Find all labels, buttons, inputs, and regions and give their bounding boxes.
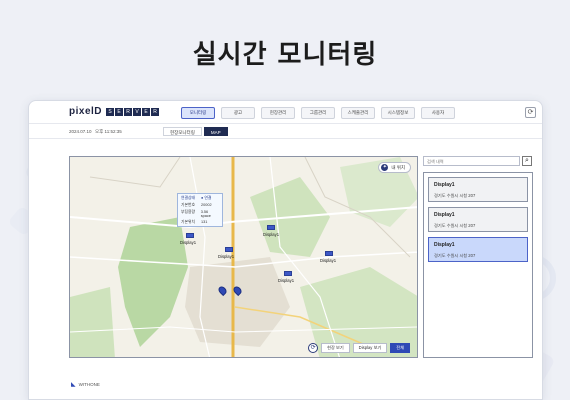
popup-row-value: 3.56 space <box>200 210 211 218</box>
footer-brand: ◣ WITHONE <box>71 381 100 388</box>
app-window: pixelD S E R V E R 모니터링 광고 현장관리 그룹관리 스케줄… <box>28 100 543 400</box>
nav-item-users[interactable]: 사용자 <box>421 107 455 119</box>
list-item[interactable]: Display1 경기도 수원시 시청 207 <box>428 207 528 232</box>
logo: pixelD S E R V E R <box>69 106 160 117</box>
item-location: 경기도 수원시 시청 207 <box>434 223 476 228</box>
list-item[interactable]: Display1 경기도 수원시 시청 207 <box>428 237 528 262</box>
logo-boxes: S E R V E R <box>106 107 160 116</box>
logo-text: pixelD <box>69 106 103 117</box>
popup-row-key: 부팅용량 <box>181 210 195 214</box>
marker-label: Display1 <box>263 232 280 237</box>
refresh-button[interactable]: ⟳ <box>525 107 536 118</box>
popup-row-value: 20002 <box>201 203 212 207</box>
location-icon: ✦ <box>381 164 389 171</box>
popup-row-value: 131 <box>201 220 208 224</box>
display-marker[interactable] <box>325 251 333 256</box>
nav-item-schedules[interactable]: 스케줄관리 <box>341 107 375 119</box>
display-marker[interactable] <box>186 233 194 238</box>
display-marker[interactable] <box>284 271 292 276</box>
logo-letter: E <box>142 107 151 116</box>
refresh-icon: ⟳ <box>527 109 534 116</box>
map-canvas <box>70 157 417 357</box>
main-nav: 모니터링 광고 현장관리 그룹관리 스케줄관리 시스템정보 사용자 <box>181 107 461 119</box>
item-location: 경기도 수원시 시청 207 <box>434 253 476 258</box>
current-time: 오후 11:52:35 <box>95 129 122 134</box>
logo-letter: E <box>115 107 124 116</box>
marker-label: Display1 <box>320 258 337 263</box>
view-displays-button[interactable]: Display 보기 <box>352 343 388 353</box>
popup-head-label: 연결상태 <box>181 196 195 200</box>
logo-letter: R <box>124 107 133 116</box>
display-sidebar: ⌕ Display1 경기도 수원시 시청 207 Display1 경기도 수… <box>423 156 535 358</box>
marker-label: Display1 <box>180 240 197 245</box>
nav-item-sites[interactable]: 현장관리 <box>261 107 295 119</box>
popup-head-value: ● 연결 <box>201 196 212 200</box>
logo-letter: V <box>133 107 142 116</box>
nav-item-groups[interactable]: 그룹관리 <box>301 107 335 119</box>
logo-letter: R <box>151 107 160 116</box>
map-view[interactable]: ✦ 내 위치 연결상태 ● 연결 기본번호 20002 부팅용량 3.56 sp… <box>69 156 418 358</box>
view-sites-button[interactable]: 현장 보기 <box>321 343 350 353</box>
refresh-icon[interactable]: ⟳ <box>308 343 319 353</box>
page-title: 실시간 모니터링 <box>192 40 378 70</box>
item-name: Display1 <box>434 242 455 248</box>
map-controls: ⟳ 현장 보기 Display 보기 전체 <box>308 343 413 353</box>
my-location-label: 내 위치 <box>391 164 405 170</box>
top-bar: pixelD S E R V E R 모니터링 광고 현장관리 그룹관리 스케줄… <box>29 101 542 124</box>
search-button[interactable]: ⌕ <box>522 156 532 166</box>
view-tabs: 현장모니터링 MAP <box>163 127 230 136</box>
display-marker[interactable] <box>267 225 275 230</box>
item-location: 경기도 수원시 시청 207 <box>434 193 476 198</box>
display-list: Display1 경기도 수원시 시청 207 Display1 경기도 수원시… <box>423 172 533 358</box>
popup-row-key: 기본위치 <box>181 220 195 224</box>
nav-item-ads[interactable]: 광고 <box>221 107 255 119</box>
view-all-button[interactable]: 전체 <box>390 343 410 353</box>
footer-brand-text: WITHONE <box>78 382 100 387</box>
search-icon: ⌕ <box>525 157 529 164</box>
search-input[interactable] <box>423 156 520 166</box>
popup-row-key: 기본번호 <box>181 203 195 207</box>
nav-item-system[interactable]: 시스템정보 <box>381 107 415 119</box>
display-marker[interactable] <box>225 247 233 252</box>
display-info-popup: 연결상태 ● 연결 기본번호 20002 부팅용량 3.56 space 기본위… <box>177 193 223 227</box>
nav-item-monitoring[interactable]: 모니터링 <box>181 107 215 119</box>
sub-bar: 2024.07.10 오후 11:52:35 현장모니터링 MAP <box>29 124 542 139</box>
logo-letter: S <box>106 107 115 116</box>
tab-site-monitoring[interactable]: 현장모니터링 <box>163 127 202 136</box>
marker-label: Display1 <box>278 278 295 283</box>
list-item[interactable]: Display1 경기도 수원시 시청 207 <box>428 177 528 202</box>
current-date: 2024.07.10 <box>69 129 92 134</box>
brand-mark-icon: ◣ <box>71 382 76 388</box>
item-name: Display1 <box>434 182 455 188</box>
tab-map[interactable]: MAP <box>203 127 228 136</box>
my-location-button[interactable]: ✦ 내 위치 <box>378 162 411 173</box>
item-name: Display1 <box>434 212 455 218</box>
marker-label: Display1 <box>218 254 235 259</box>
